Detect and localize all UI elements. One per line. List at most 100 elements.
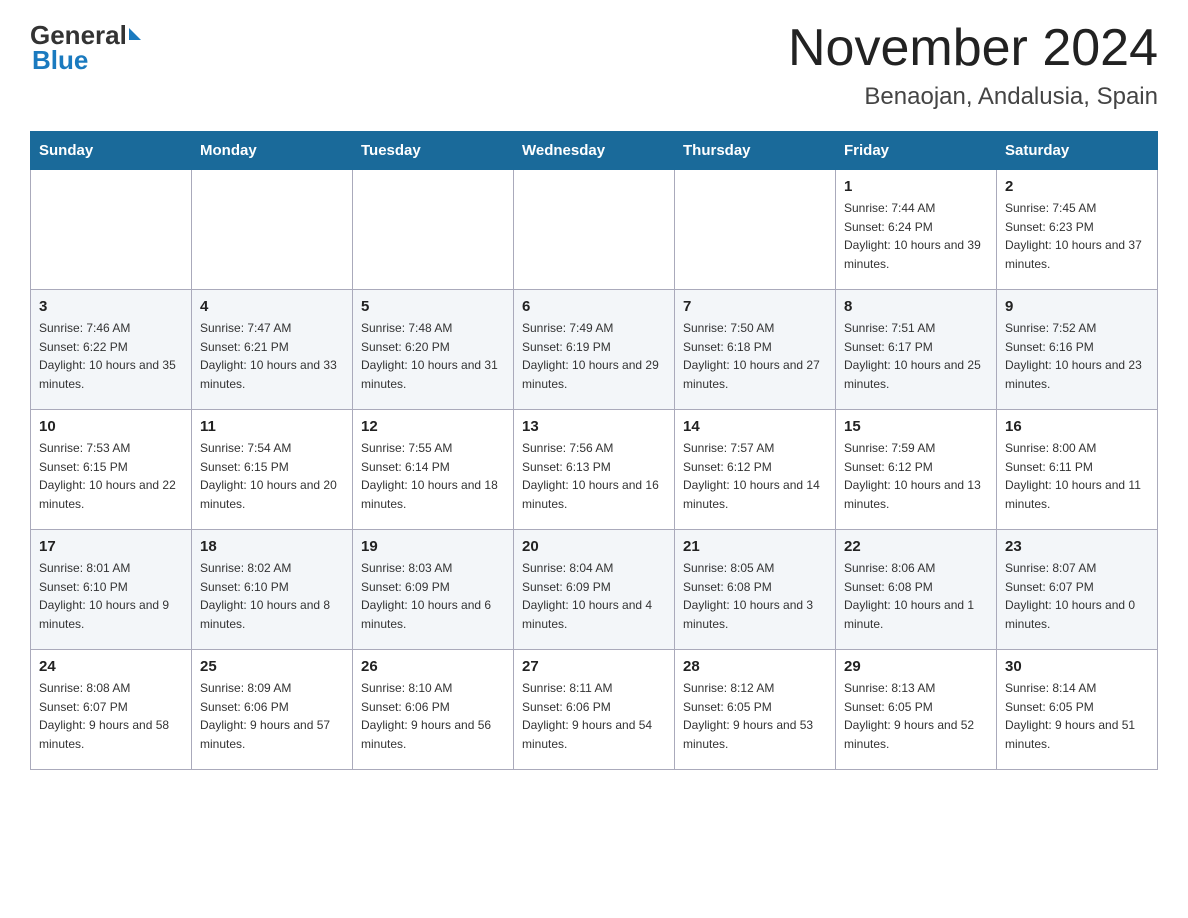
col-header-saturday: Saturday xyxy=(997,132,1158,170)
day-number: 19 xyxy=(361,538,505,555)
day-info: Sunrise: 7:52 AMSunset: 6:16 PMDaylight:… xyxy=(1005,319,1149,393)
day-number: 4 xyxy=(200,298,344,315)
calendar-cell: 21 Sunrise: 8:05 AMSunset: 6:08 PMDayligh… xyxy=(675,530,836,650)
calendar-cell: 16 Sunrise: 8:00 AMSunset: 6:11 PMDayligh… xyxy=(997,410,1158,530)
calendar-cell: 30 Sunrise: 8:14 AMSunset: 6:05 PMDayligh… xyxy=(997,650,1158,770)
calendar-cell: 10 Sunrise: 7:53 AMSunset: 6:15 PMDayligh… xyxy=(31,410,192,530)
day-number: 8 xyxy=(844,298,988,315)
day-number: 24 xyxy=(39,658,183,675)
day-number: 27 xyxy=(522,658,666,675)
calendar-cell: 18 Sunrise: 8:02 AMSunset: 6:10 PMDayligh… xyxy=(192,530,353,650)
calendar-cell: 9 Sunrise: 7:52 AMSunset: 6:16 PMDaylight… xyxy=(997,290,1158,410)
day-number: 26 xyxy=(361,658,505,675)
calendar-cell: 20 Sunrise: 8:04 AMSunset: 6:09 PMDayligh… xyxy=(514,530,675,650)
logo: General Blue xyxy=(30,20,141,76)
calendar-cell: 17Sunrise: 8:01 AMSunset: 6:10 PMDayligh… xyxy=(31,530,192,650)
day-info: Sunrise: 8:02 AMSunset: 6:10 PMDaylight:… xyxy=(200,559,344,633)
day-number: 11 xyxy=(200,418,344,435)
day-info: Sunrise: 7:44 AMSunset: 6:24 PMDaylight:… xyxy=(844,199,988,273)
day-info: Sunrise: 7:48 AMSunset: 6:20 PMDaylight:… xyxy=(361,319,505,393)
week-row-3: 10 Sunrise: 7:53 AMSunset: 6:15 PMDayligh… xyxy=(31,410,1158,530)
week-row-5: 24 Sunrise: 8:08 AMSunset: 6:07 PMDayligh… xyxy=(31,650,1158,770)
day-number: 6 xyxy=(522,298,666,315)
calendar-cell: 4Sunrise: 7:47 AMSunset: 6:21 PMDaylight… xyxy=(192,290,353,410)
col-header-monday: Monday xyxy=(192,132,353,170)
week-row-2: 3 Sunrise: 7:46 AMSunset: 6:22 PMDaylight… xyxy=(31,290,1158,410)
day-info: Sunrise: 8:10 AMSunset: 6:06 PMDaylight:… xyxy=(361,679,505,753)
day-number: 7 xyxy=(683,298,827,315)
day-info: Sunrise: 7:59 AMSunset: 6:12 PMDaylight:… xyxy=(844,439,988,513)
calendar-cell: 12Sunrise: 7:55 AMSunset: 6:14 PMDayligh… xyxy=(353,410,514,530)
calendar-cell: 24 Sunrise: 8:08 AMSunset: 6:07 PMDayligh… xyxy=(31,650,192,770)
day-number: 2 xyxy=(1005,178,1149,195)
day-info: Sunrise: 8:13 AMSunset: 6:05 PMDaylight:… xyxy=(844,679,988,753)
day-info: Sunrise: 7:50 AMSunset: 6:18 PMDaylight:… xyxy=(683,319,827,393)
day-info: Sunrise: 7:46 AMSunset: 6:22 PMDaylight:… xyxy=(39,319,183,393)
calendar-cell: 3 Sunrise: 7:46 AMSunset: 6:22 PMDaylight… xyxy=(31,290,192,410)
calendar-cell: 28Sunrise: 8:12 AMSunset: 6:05 PMDayligh… xyxy=(675,650,836,770)
day-number: 23 xyxy=(1005,538,1149,555)
day-number: 14 xyxy=(683,418,827,435)
calendar-cell: 26 Sunrise: 8:10 AMSunset: 6:06 PMDayligh… xyxy=(353,650,514,770)
calendar-cell: 5 Sunrise: 7:48 AMSunset: 6:20 PMDaylight… xyxy=(353,290,514,410)
calendar-cell xyxy=(514,170,675,290)
location-title: Benaojan, Andalusia, Spain xyxy=(788,83,1158,111)
calendar-cell: 15 Sunrise: 7:59 AMSunset: 6:12 PMDayligh… xyxy=(836,410,997,530)
col-header-sunday: Sunday xyxy=(31,132,192,170)
week-row-1: 1 Sunrise: 7:44 AMSunset: 6:24 PMDaylight… xyxy=(31,170,1158,290)
calendar-cell xyxy=(353,170,514,290)
day-info: Sunrise: 7:53 AMSunset: 6:15 PMDaylight:… xyxy=(39,439,183,513)
day-number: 9 xyxy=(1005,298,1149,315)
day-number: 30 xyxy=(1005,658,1149,675)
day-number: 20 xyxy=(522,538,666,555)
calendar-cell xyxy=(192,170,353,290)
day-number: 1 xyxy=(844,178,988,195)
col-header-friday: Friday xyxy=(836,132,997,170)
calendar-cell: 1 Sunrise: 7:44 AMSunset: 6:24 PMDaylight… xyxy=(836,170,997,290)
col-header-wednesday: Wednesday xyxy=(514,132,675,170)
week-row-4: 17Sunrise: 8:01 AMSunset: 6:10 PMDayligh… xyxy=(31,530,1158,650)
calendar-table: SundayMondayTuesdayWednesdayThursdayFrid… xyxy=(30,131,1158,770)
col-header-thursday: Thursday xyxy=(675,132,836,170)
calendar-cell: 23Sunrise: 8:07 AMSunset: 6:07 PMDayligh… xyxy=(997,530,1158,650)
day-number: 15 xyxy=(844,418,988,435)
calendar-cell: 25 Sunrise: 8:09 AMSunset: 6:06 PMDayligh… xyxy=(192,650,353,770)
day-info: Sunrise: 8:00 AMSunset: 6:11 PMDaylight:… xyxy=(1005,439,1149,513)
day-number: 21 xyxy=(683,538,827,555)
logo-blue: Blue xyxy=(30,45,88,76)
calendar-cell: 29Sunrise: 8:13 AMSunset: 6:05 PMDayligh… xyxy=(836,650,997,770)
day-info: Sunrise: 8:08 AMSunset: 6:07 PMDaylight:… xyxy=(39,679,183,753)
day-number: 16 xyxy=(1005,418,1149,435)
calendar-cell: 11 Sunrise: 7:54 AMSunset: 6:15 PMDayligh… xyxy=(192,410,353,530)
calendar-cell: 6 Sunrise: 7:49 AMSunset: 6:19 PMDaylight… xyxy=(514,290,675,410)
title-area: November 2024 Benaojan, Andalusia, Spain xyxy=(788,20,1158,111)
calendar-cell: 7 Sunrise: 7:50 AMSunset: 6:18 PMDaylight… xyxy=(675,290,836,410)
day-info: Sunrise: 8:14 AMSunset: 6:05 PMDaylight:… xyxy=(1005,679,1149,753)
day-info: Sunrise: 8:05 AMSunset: 6:08 PMDaylight:… xyxy=(683,559,827,633)
day-info: Sunrise: 7:57 AMSunset: 6:12 PMDaylight:… xyxy=(683,439,827,513)
calendar-cell: 14 Sunrise: 7:57 AMSunset: 6:12 PMDayligh… xyxy=(675,410,836,530)
day-number: 28 xyxy=(683,658,827,675)
calendar-cell: 2Sunrise: 7:45 AMSunset: 6:23 PMDaylight… xyxy=(997,170,1158,290)
day-info: Sunrise: 7:56 AMSunset: 6:13 PMDaylight:… xyxy=(522,439,666,513)
day-number: 17 xyxy=(39,538,183,555)
day-number: 18 xyxy=(200,538,344,555)
calendar-cell xyxy=(675,170,836,290)
day-number: 3 xyxy=(39,298,183,315)
day-number: 13 xyxy=(522,418,666,435)
day-info: Sunrise: 8:09 AMSunset: 6:06 PMDaylight:… xyxy=(200,679,344,753)
day-headers-row: SundayMondayTuesdayWednesdayThursdayFrid… xyxy=(31,132,1158,170)
day-info: Sunrise: 7:51 AMSunset: 6:17 PMDaylight:… xyxy=(844,319,988,393)
calendar-cell xyxy=(31,170,192,290)
day-number: 22 xyxy=(844,538,988,555)
logo-triangle-icon xyxy=(129,28,141,40)
calendar-cell: 27Sunrise: 8:11 AMSunset: 6:06 PMDayligh… xyxy=(514,650,675,770)
day-number: 10 xyxy=(39,418,183,435)
day-number: 5 xyxy=(361,298,505,315)
day-info: Sunrise: 7:49 AMSunset: 6:19 PMDaylight:… xyxy=(522,319,666,393)
header: General Blue November 2024 Benaojan, And… xyxy=(30,20,1158,111)
day-number: 25 xyxy=(200,658,344,675)
day-info: Sunrise: 8:04 AMSunset: 6:09 PMDaylight:… xyxy=(522,559,666,633)
day-info: Sunrise: 7:54 AMSunset: 6:15 PMDaylight:… xyxy=(200,439,344,513)
day-number: 12 xyxy=(361,418,505,435)
